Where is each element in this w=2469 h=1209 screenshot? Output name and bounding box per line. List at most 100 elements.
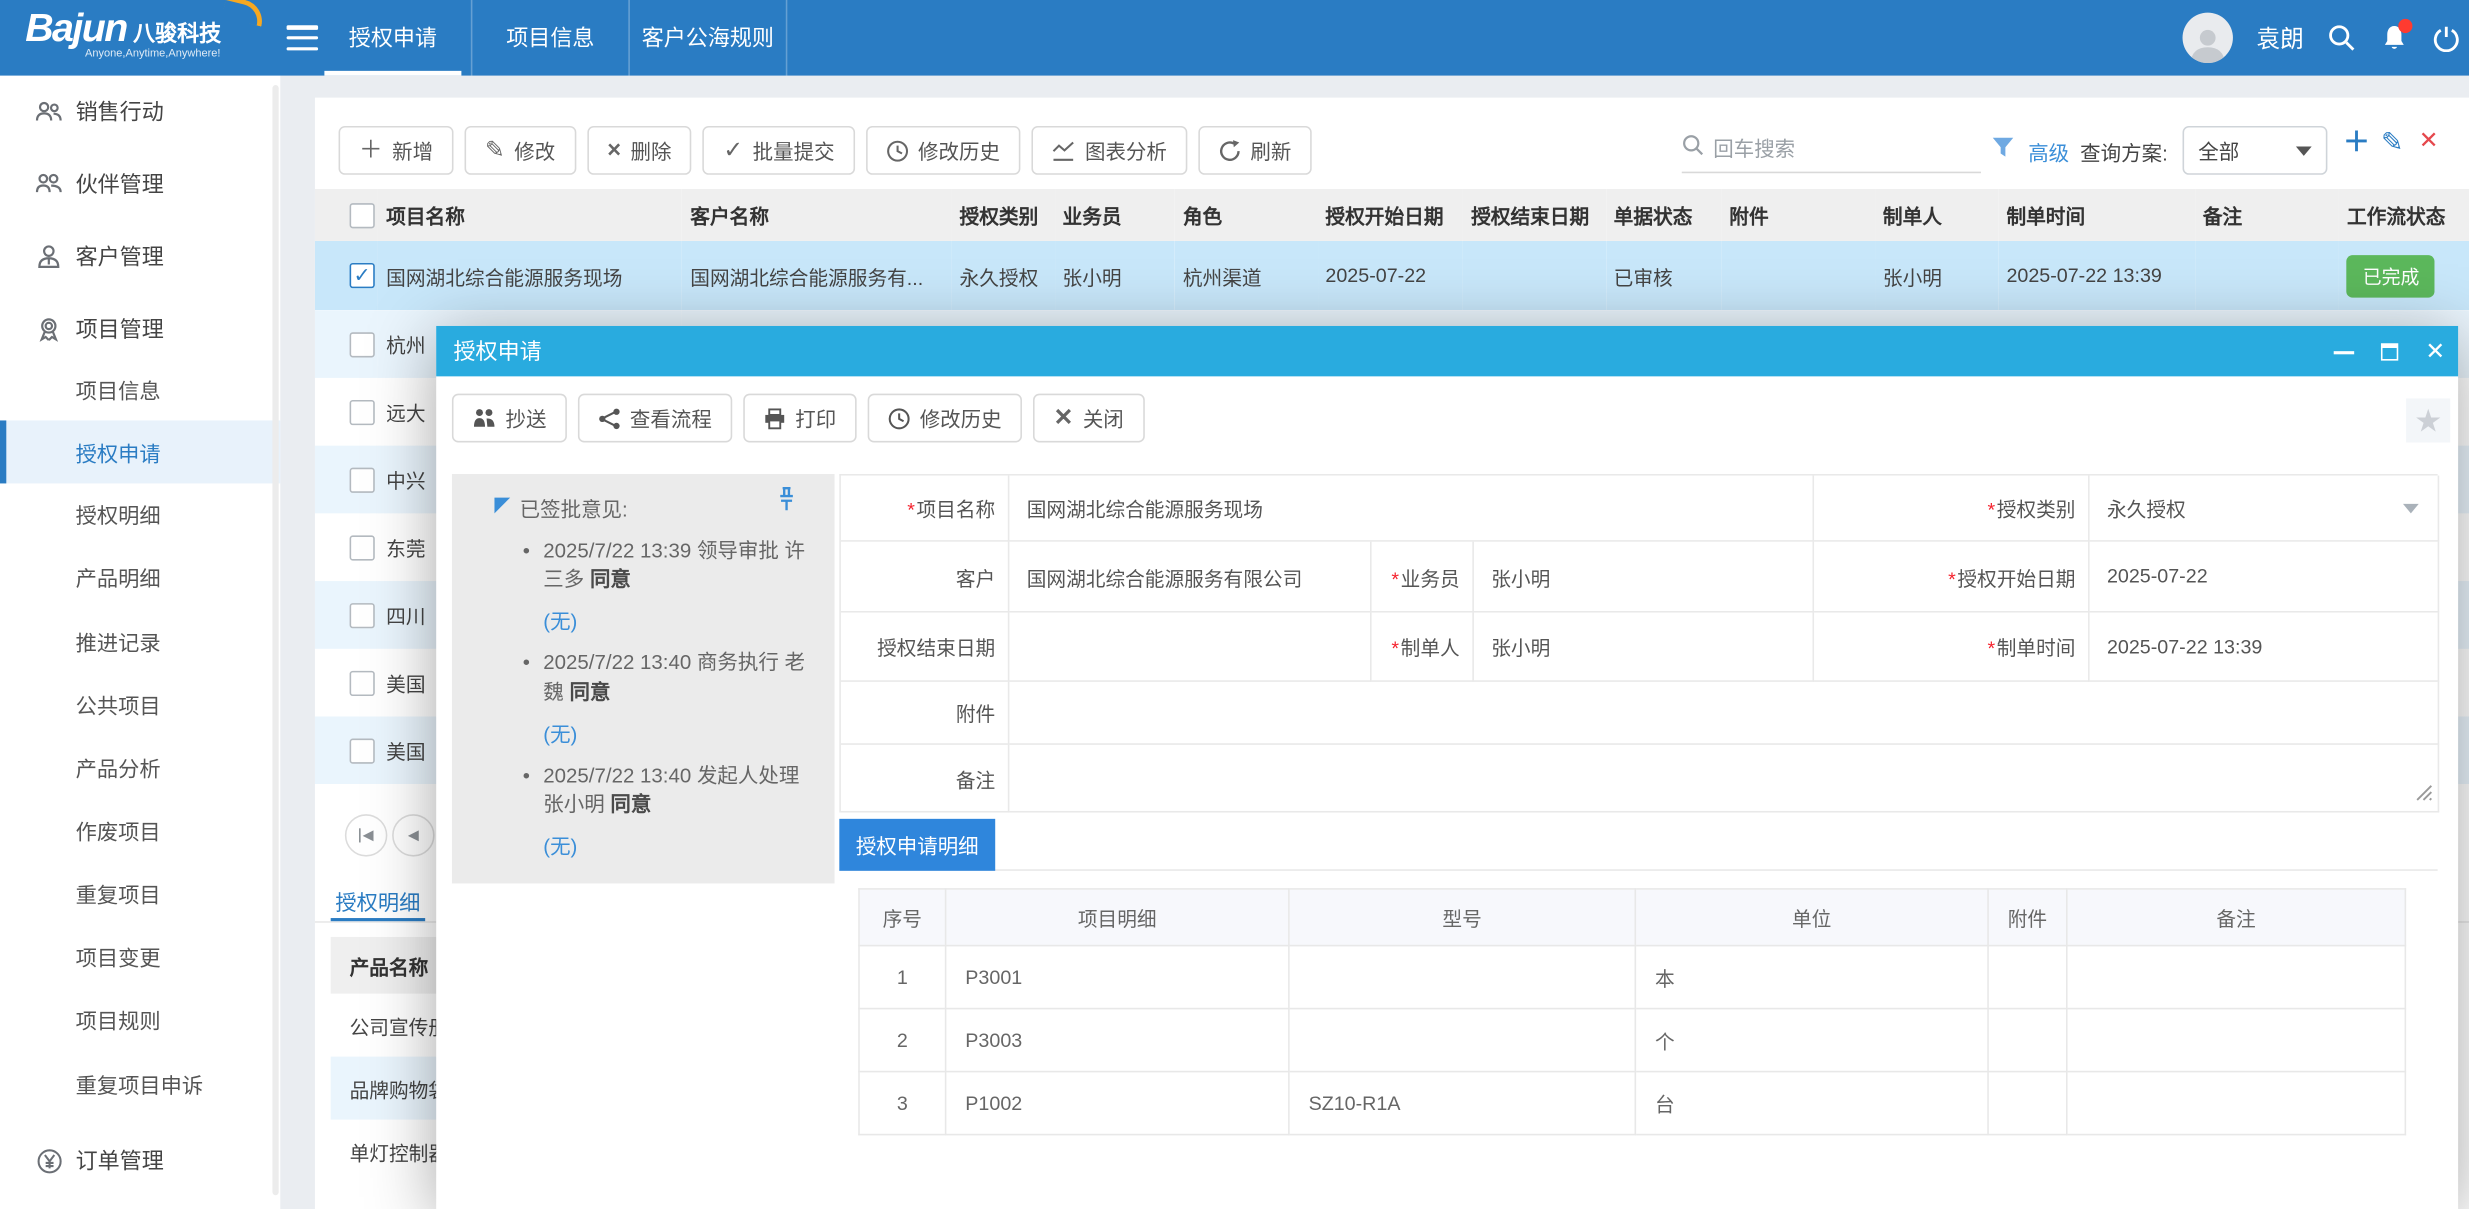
row-checkbox[interactable] [350,738,375,763]
sidebar-item-auth-request[interactable]: 授权申请 [0,420,280,483]
creator-label: 制单人 [1391,631,1459,661]
edit-button[interactable]: ✎修改 [465,126,576,175]
row-checkbox[interactable] [350,602,375,627]
approval-note-link[interactable]: (无) [543,830,814,860]
logo-text-en: Bajun [25,6,126,52]
detail-header-row: 序号 项目明细 型号 单位 附件 备注 [859,889,2405,946]
collapse-triangle-icon[interactable] [494,498,510,514]
modal-close-button[interactable]: ✕关闭 [1033,394,1144,443]
add-scheme-icon[interactable]: ＋ [2343,129,2370,156]
pencil-icon: ✎ [485,139,505,163]
sidebar-item-product-analysis[interactable]: 产品分析 [0,735,280,798]
advanced-search-link[interactable]: 高级 [2028,137,2069,167]
close-icon[interactable]: ✕ [2425,341,2445,361]
search-icon[interactable] [2327,24,2355,52]
chevron-down-icon [2403,503,2419,512]
auth-type-select[interactable]: 永久授权 [2090,476,2440,542]
prev-page-button[interactable]: ◀ [392,814,435,857]
start-date-label: 授权开始日期 [1948,561,2075,591]
sidebar: 销售行动 伙伴管理 客户管理 项目管理 项目信息 授权申请 授权明细 产品明细 … [0,76,280,1209]
sidebar-item-project-rules[interactable]: 项目规则 [0,987,280,1050]
sidebar-item-partner-mgmt[interactable]: 伙伴管理 [0,150,280,219]
sidebar-item-project-info[interactable]: 项目信息 [0,357,280,420]
auth-detail-table: 序号 项目明细 型号 单位 附件 备注 1 P3001 本 2 P3003 个 [858,888,2406,1135]
username[interactable]: 袁朗 [2257,21,2304,54]
attachment-field[interactable] [1009,682,2439,745]
select-all-checkbox[interactable] [350,202,375,227]
row-checkbox[interactable] [350,467,375,492]
row-checkbox[interactable] [350,670,375,695]
tab-project-info[interactable]: 项目信息 [472,0,629,76]
project-name-label: 项目名称 [907,493,995,523]
print-button[interactable]: 打印 [743,394,856,443]
minimize-icon[interactable] [2334,341,2354,361]
approval-entries: 2025/7/22 13:39 领导审批 许三多 同意 (无) 2025/7/2… [523,537,814,874]
chart-analysis-button[interactable]: 图表分析 [1031,126,1187,175]
refresh-button[interactable]: 刷新 [1198,126,1311,175]
creator-field[interactable]: 张小明 [1474,613,1814,682]
sidebar-item-order-mgmt[interactable]: 订单管理 [0,1126,280,1195]
sidebar-scrollbar[interactable] [272,85,278,1195]
sidebar-item-voided-projects[interactable]: 作废项目 [0,798,280,861]
favorite-star-icon[interactable]: ★ [2406,398,2450,442]
search-input-icon [1682,134,1704,164]
create-time-field[interactable]: 2025-07-22 13:39 [2090,613,2440,682]
pin-icon[interactable] [776,487,796,520]
sidebar-item-customer-mgmt[interactable]: 客户管理 [0,222,280,291]
detail-row[interactable]: 2 P3003 个 [859,1009,2405,1072]
search-input[interactable] [1713,137,1949,161]
modal-header[interactable]: 授权申请 ✕ [436,326,2458,376]
logout-power-icon[interactable] [2431,24,2459,52]
tab-authorization-request[interactable]: 授权申请 [315,0,472,76]
first-page-button[interactable]: ◀ [345,814,388,857]
remark-field[interactable] [1009,745,2439,813]
avatar[interactable] [2183,13,2233,63]
edit-history-button[interactable]: 修改历史 [866,126,1020,175]
end-date-label: 授权结束日期 [877,631,995,661]
approval-note-link[interactable]: (无) [543,718,814,748]
sidebar-item-product-detail[interactable]: 产品明细 [0,545,280,608]
cc-button[interactable]: 抄送 [452,394,567,443]
open-tabs-bar: 授权申请 项目信息 客户公海规则 [315,0,787,76]
x-icon: ✕ [1054,406,1074,430]
sidebar-item-project-mgmt[interactable]: 项目管理 [0,294,280,363]
start-date-field[interactable]: 2025-07-22 [2090,542,2440,613]
row-checkbox[interactable] [350,399,375,424]
edit-scheme-icon[interactable]: ✎ [2381,129,2403,156]
table-row-selected[interactable]: 国网湖北综合能源服务现场 国网湖北综合能源服务有... 永久授权 张小明 杭州渠… [315,241,2469,310]
delete-scheme-icon[interactable]: ✕ [2419,129,2439,153]
menu-toggle-icon[interactable] [287,25,318,50]
sidebar-item-auth-detail[interactable]: 授权明细 [0,482,280,545]
sidebar-item-sales-actions[interactable]: 销售行动 [0,77,280,146]
view-workflow-button[interactable]: 查看流程 [578,394,732,443]
row-checkbox[interactable] [350,535,375,560]
filter-funnel-icon[interactable] [1992,137,2014,165]
sidebar-item-progress-records[interactable]: 推进记录 [0,609,280,672]
auth-type-label: 授权类别 [1987,493,2075,523]
navbar-right-cluster: 袁朗 [2183,0,2460,76]
sidebar-item-duplicate-projects[interactable]: 重复项目 [0,861,280,924]
add-button[interactable]: ＋新增 [339,126,454,175]
sidebar-item-public-projects[interactable]: 公共项目 [0,672,280,735]
modal-edit-history-button[interactable]: 修改历史 [868,394,1022,443]
sidebar-item-duplicate-appeal[interactable]: 重复项目申诉 [0,1052,280,1115]
salesman-field[interactable]: 张小明 [1474,542,1814,613]
end-date-field[interactable] [1009,613,1371,682]
tab-auth-detail-bottom[interactable]: 授权明细 [331,885,425,921]
row-checkbox[interactable] [350,263,375,288]
query-scheme-select[interactable]: 全部 [2183,126,2328,175]
sidebar-item-project-changes[interactable]: 项目变更 [0,924,280,987]
resize-handle-icon[interactable] [2412,781,2432,806]
row-checkbox[interactable] [350,331,375,356]
tab-auth-request-detail[interactable]: 授权申请明细 [839,819,995,871]
notifications-bell-icon[interactable] [2379,24,2407,52]
batch-submit-button[interactable]: ✓批量提交 [703,126,855,175]
tab-customer-pool-rules[interactable]: 客户公海规则 [630,0,787,76]
delete-button[interactable]: ×删除 [587,126,692,175]
detail-row[interactable]: 1 P3001 本 [859,946,2405,1009]
customer-field[interactable]: 国网湖北综合能源服务有限公司 [1009,542,1371,613]
maximize-icon[interactable] [2379,341,2399,361]
approval-note-link[interactable]: (无) [543,605,814,635]
project-name-field[interactable]: 国网湖北综合能源服务现场 [1009,476,1814,542]
detail-row[interactable]: 3 P1002 SZ10-R1A 台 [859,1072,2405,1135]
